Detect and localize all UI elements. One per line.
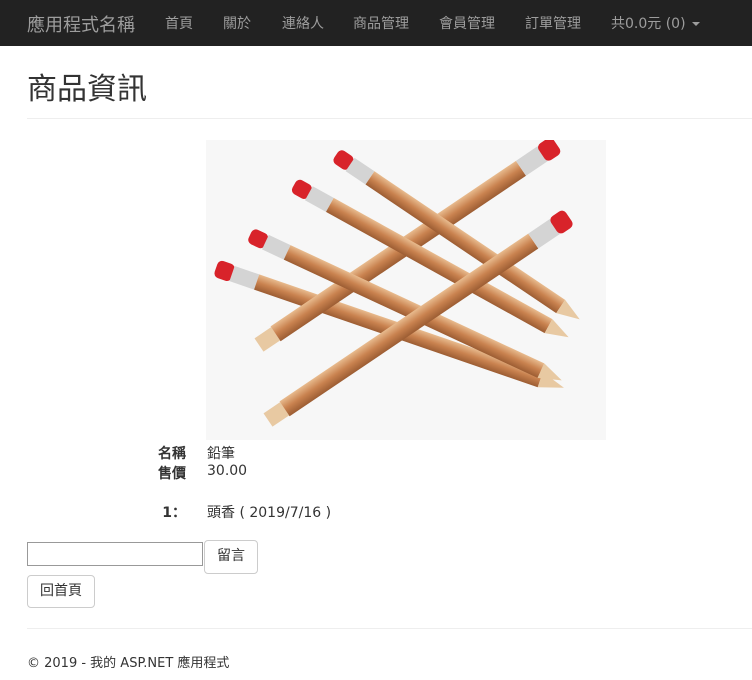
- nav-item-product-admin[interactable]: 商品管理: [353, 13, 409, 33]
- caret-down-icon: [691, 22, 700, 26]
- brand-link[interactable]: 應用程式名稱: [27, 11, 135, 37]
- page-title: 商品資訊: [27, 72, 147, 107]
- name-value: 鉛筆: [207, 446, 235, 462]
- footer-divider: [27, 628, 752, 629]
- product-image: [206, 140, 606, 440]
- nav-item-cart[interactable]: 共0.0元 (0): [611, 13, 700, 33]
- nav-item-home[interactable]: 首頁: [165, 13, 193, 33]
- nav-item-about[interactable]: 關於: [223, 13, 251, 33]
- nav-item-contact[interactable]: 連絡人: [282, 13, 324, 33]
- nav-item-order-admin[interactable]: 訂單管理: [525, 13, 581, 33]
- cart-total: 共0.0元 (0): [611, 16, 686, 32]
- price-label: 售價: [158, 466, 186, 482]
- message-input[interactable]: [27, 542, 203, 566]
- nav-item-member-admin[interactable]: 會員管理: [439, 13, 495, 33]
- comment-index: 1：: [162, 505, 186, 521]
- comment-text: 頭香 ( 2019/7/16 ): [207, 505, 332, 521]
- price-value: 30.00: [207, 463, 248, 479]
- navbar: 應用程式名稱 首頁 關於 連絡人 商品管理 會員管理 訂單管理 共0.0元 (0…: [0, 0, 752, 46]
- name-label: 名稱: [158, 446, 186, 462]
- footer-text: © 2019 - 我的 ASP.NET 應用程式: [27, 656, 230, 671]
- back-home-button[interactable]: 回首頁: [27, 575, 95, 608]
- submit-message-button[interactable]: 留言: [204, 540, 258, 574]
- title-divider: [27, 118, 752, 119]
